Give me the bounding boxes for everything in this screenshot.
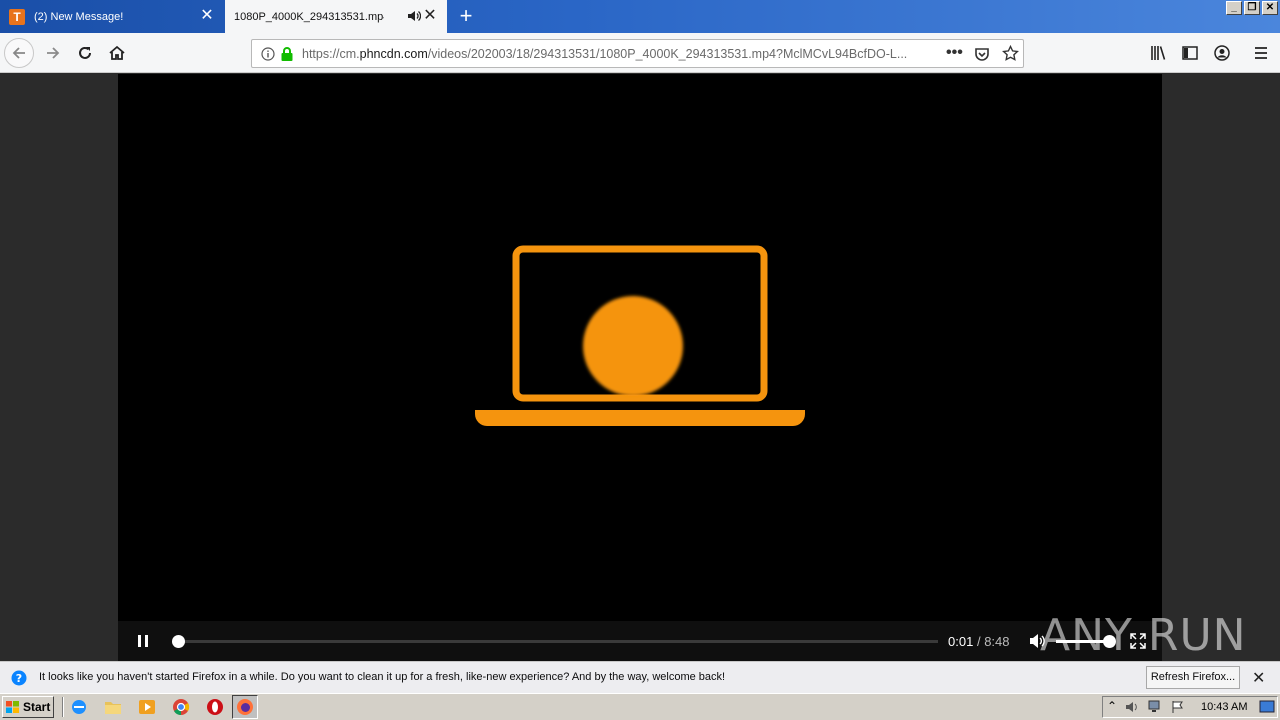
internet-explorer-icon[interactable] bbox=[70, 698, 88, 716]
taskbar-divider bbox=[62, 697, 64, 717]
forward-button[interactable] bbox=[38, 38, 68, 68]
video-controls: 0:01 / 8:48 bbox=[118, 621, 1162, 661]
tab-new-message[interactable]: T (2) New Message! ✕ bbox=[0, 0, 224, 33]
anyrun-watermark: ANY RUN bbox=[1040, 610, 1247, 661]
time-separator: / bbox=[976, 634, 981, 649]
svg-text:?: ? bbox=[16, 672, 22, 685]
start-button[interactable]: Start bbox=[2, 696, 54, 718]
library-icon[interactable] bbox=[1150, 45, 1167, 61]
url-path: /videos/202003/18/294313531/1080P_4000K_… bbox=[427, 47, 908, 61]
system-tray: ⌃ 10:43 AM bbox=[1102, 696, 1278, 718]
tray-expand-icon[interactable]: ⌃ bbox=[1107, 699, 1117, 713]
menu-icon[interactable] bbox=[1253, 45, 1269, 61]
arrow-right-icon bbox=[47, 47, 60, 59]
tab-title: 1080P_4000K_294313531.mp4 bbox=[234, 10, 384, 23]
url-prefix: https://cm. bbox=[302, 47, 360, 61]
folder-icon[interactable] bbox=[104, 698, 122, 716]
sidebar-icon[interactable] bbox=[1182, 45, 1198, 61]
refresh-firefox-button[interactable]: Refresh Firefox... bbox=[1146, 666, 1240, 689]
pocket-icon[interactable] bbox=[974, 46, 990, 62]
reload-button[interactable] bbox=[70, 38, 100, 68]
tab-close-icon[interactable]: ✕ bbox=[200, 8, 214, 24]
tray-flag-icon[interactable] bbox=[1171, 700, 1185, 714]
navigation-toolbar: https://cm.phncdn.com/videos/202003/18/2… bbox=[0, 33, 1280, 73]
tab-bar: T (2) New Message! ✕ 1080P_4000K_2943135… bbox=[0, 0, 1280, 33]
new-tab-button[interactable]: + bbox=[454, 4, 478, 28]
firefox-icon bbox=[237, 699, 253, 715]
tab-video[interactable]: 1080P_4000K_294313531.mp4 ✕ bbox=[225, 0, 447, 33]
taskbar-clock: 10:43 AM bbox=[1201, 701, 1248, 713]
show-desktop-icon[interactable] bbox=[1259, 700, 1275, 714]
arrow-left-icon bbox=[12, 47, 25, 59]
tray-network-icon[interactable] bbox=[1147, 700, 1163, 714]
account-icon[interactable] bbox=[1214, 45, 1230, 61]
page-content bbox=[0, 74, 1280, 661]
minimize-button[interactable]: _ bbox=[1226, 1, 1242, 15]
url-bar[interactable]: https://cm.phncdn.com/videos/202003/18/2… bbox=[251, 39, 1024, 68]
lock-icon[interactable] bbox=[280, 46, 294, 62]
restore-button[interactable]: ❐ bbox=[1244, 1, 1260, 15]
media-player-icon[interactable] bbox=[138, 698, 156, 716]
chrome-icon[interactable] bbox=[172, 698, 190, 716]
bookmark-star-icon[interactable] bbox=[1002, 45, 1019, 62]
page-actions-icon[interactable]: ••• bbox=[946, 44, 963, 62]
windows-logo-icon bbox=[6, 700, 19, 713]
seek-bar[interactable] bbox=[171, 635, 938, 648]
back-button[interactable] bbox=[4, 38, 34, 68]
tray-volume-icon[interactable] bbox=[1125, 700, 1141, 714]
windows-taskbar: Start ⌃ 10:43 AM bbox=[0, 693, 1280, 720]
url-domain: phncdn.com bbox=[359, 47, 428, 61]
tab-close-icon[interactable]: ✕ bbox=[423, 8, 437, 24]
seek-thumb[interactable] bbox=[171, 635, 185, 648]
opera-icon[interactable] bbox=[206, 698, 224, 716]
notification-bar: ? It looks like you haven't started Fire… bbox=[0, 661, 1280, 693]
duration: 8:48 bbox=[984, 634, 1010, 649]
current-time: 0:01 bbox=[948, 634, 974, 649]
pause-icon[interactable] bbox=[137, 634, 149, 648]
video-player[interactable] bbox=[118, 74, 1162, 661]
firefox-taskbar-button[interactable] bbox=[232, 695, 258, 719]
notification-message: It looks like you haven't started Firefo… bbox=[39, 671, 726, 683]
time-display: 0:01 / 8:48 bbox=[948, 634, 1010, 649]
question-icon: ? bbox=[11, 670, 27, 686]
url-text[interactable]: https://cm.phncdn.com/videos/202003/18/2… bbox=[302, 47, 922, 61]
laptop-animation-graphic bbox=[475, 245, 805, 426]
home-button[interactable] bbox=[102, 38, 132, 68]
info-icon[interactable] bbox=[261, 47, 275, 61]
tab-title: (2) New Message! bbox=[34, 10, 124, 23]
reload-icon bbox=[79, 46, 91, 59]
start-label: Start bbox=[23, 700, 51, 714]
site-favicon-icon: T bbox=[9, 8, 25, 25]
home-icon bbox=[109, 45, 125, 60]
speaker-icon[interactable] bbox=[407, 9, 421, 23]
window-controls: _ ❐ ✕ bbox=[1226, 1, 1278, 15]
close-window-button[interactable]: ✕ bbox=[1262, 1, 1278, 15]
notification-close-icon[interactable]: ✕ bbox=[1252, 668, 1265, 688]
